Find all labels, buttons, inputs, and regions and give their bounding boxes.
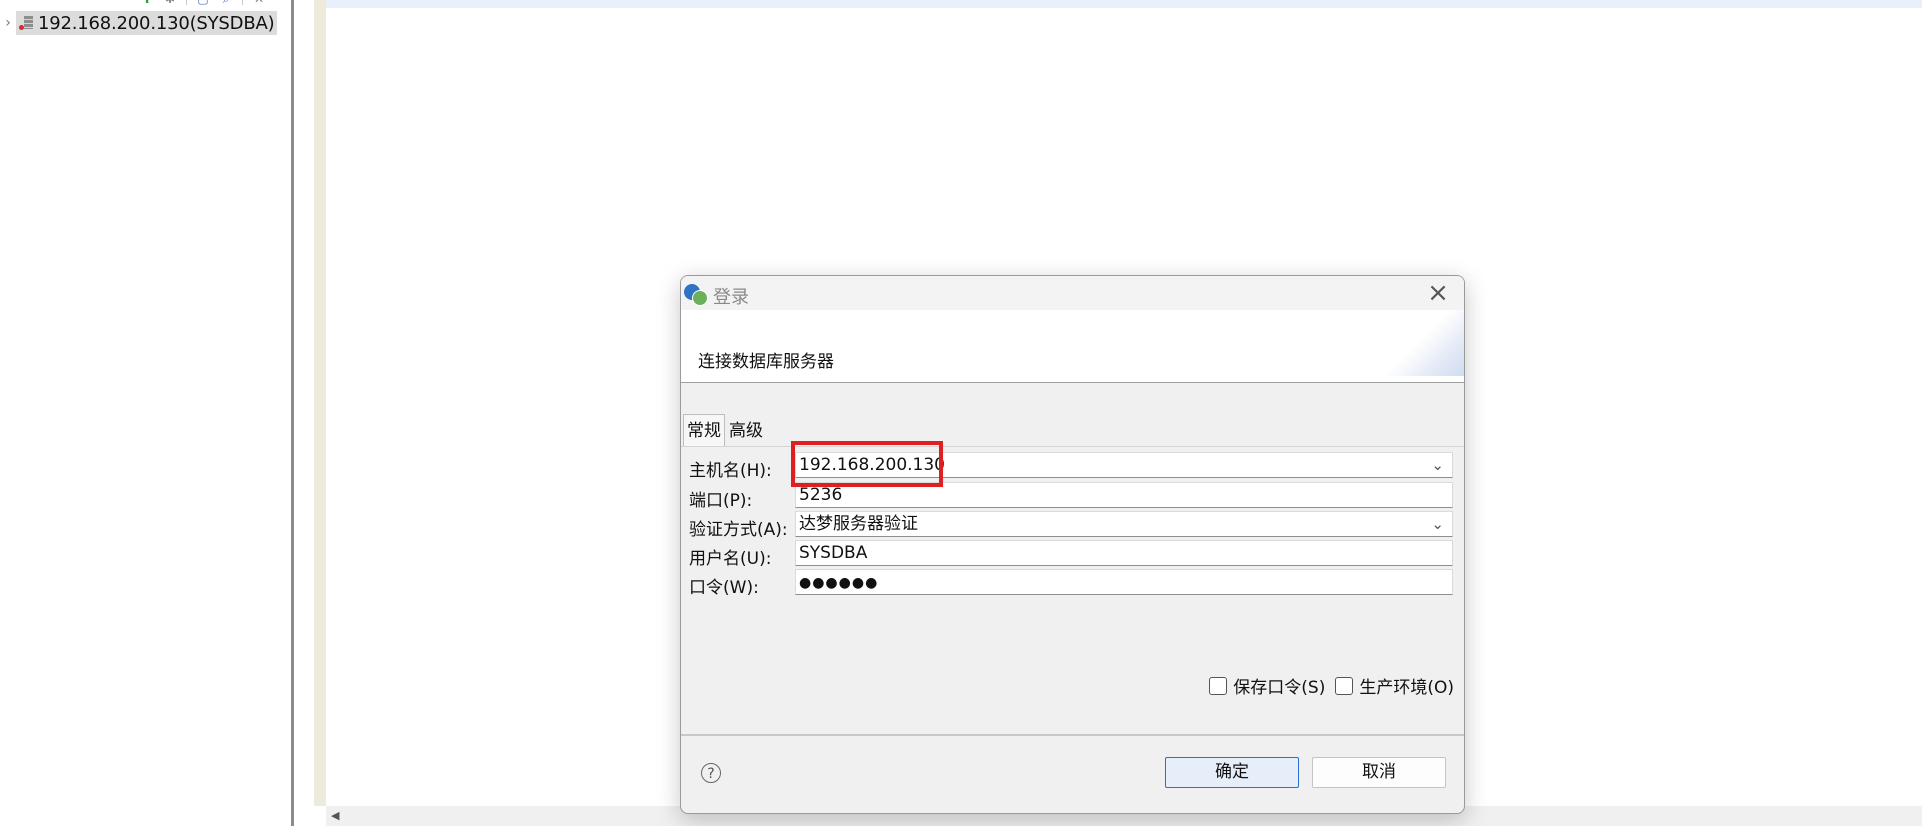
password-input[interactable]: ●●●●●●: [795, 569, 1453, 595]
tree-row-connection[interactable]: › 192.168.200.130(SYSDBA): [0, 11, 278, 35]
production-env-checkbox[interactable]: [1335, 676, 1354, 695]
username-input[interactable]: SYSDBA: [795, 540, 1453, 566]
disconnect-icon[interactable]: ✱: [163, 0, 177, 6]
toolbar-divider: [186, 0, 187, 5]
chevron-down-icon[interactable]: ⌄: [1431, 453, 1444, 477]
connect-icon[interactable]: ✚: [140, 0, 154, 6]
editor-ruler: [314, 0, 326, 806]
host-combobox[interactable]: 192.168.200.130 ⌄: [795, 452, 1453, 478]
collapse-icon[interactable]: ✕: [252, 0, 266, 6]
dialog-banner: 连接数据库服务器: [681, 310, 1464, 383]
navigator-toolbar: ✚ ✱ ▢ ⌕ ✕: [140, 0, 266, 6]
save-password-checkbox[interactable]: [1209, 676, 1228, 695]
options-row: 保存口令(S) 生产环境(O): [1209, 673, 1458, 698]
tree-node-connection[interactable]: 192.168.200.130(SYSDBA): [16, 11, 278, 35]
search-icon[interactable]: ⌕: [219, 0, 233, 6]
tab-advanced[interactable]: 高级: [725, 414, 767, 447]
host-label: 主机名(H):: [689, 461, 772, 481]
navigator-panel: ✚ ✱ ▢ ⌕ ✕ › 192.168.200.130(SYSDBA): [0, 0, 291, 826]
new-query-icon[interactable]: ▢: [196, 0, 210, 6]
editor-gutter: [294, 0, 314, 826]
port-label: 端口(P):: [689, 491, 753, 511]
auth-select[interactable]: 达梦服务器验证 ⌄: [795, 511, 1453, 537]
tab-strip: 常规 高级: [683, 414, 767, 447]
close-icon[interactable]: ×: [1424, 278, 1452, 308]
scroll-left-arrow-icon[interactable]: ◀: [331, 809, 339, 822]
banner-text: 连接数据库服务器: [698, 352, 834, 372]
footer-divider: [681, 734, 1464, 736]
host-value: 192.168.200.130: [799, 455, 946, 475]
production-env-label[interactable]: 生产环境(O): [1359, 673, 1454, 698]
cancel-button[interactable]: 取消: [1312, 757, 1446, 788]
toolbar-divider: [242, 0, 243, 5]
dialog-title: 登录: [713, 287, 749, 308]
auth-label: 验证方式(A):: [689, 520, 788, 540]
password-value: ●●●●●●: [799, 575, 879, 591]
connection-label: 192.168.200.130(SYSDBA): [38, 12, 275, 34]
expand-chevron-icon[interactable]: ›: [0, 15, 16, 31]
username-value: SYSDBA: [799, 543, 868, 563]
banner-decoration: [1384, 310, 1464, 376]
app-logo-icon: [684, 282, 708, 306]
ok-button[interactable]: 确定: [1165, 757, 1299, 788]
user-label: 用户名(U):: [689, 549, 772, 569]
chevron-down-icon[interactable]: ⌄: [1431, 512, 1444, 536]
help-icon[interactable]: ?: [701, 763, 721, 783]
save-password-label[interactable]: 保存口令(S): [1233, 673, 1325, 698]
database-icon: [18, 14, 36, 32]
auth-value: 达梦服务器验证: [799, 514, 918, 534]
dialog-titlebar[interactable]: 登录 ×: [681, 276, 1464, 310]
editor-current-line[interactable]: [326, 0, 1922, 8]
login-dialog: 登录 × 连接数据库服务器 常规 高级 主机名(H): 192.168.200.…: [680, 275, 1465, 814]
port-input[interactable]: 5236: [795, 482, 1453, 508]
tab-general[interactable]: 常规: [683, 414, 725, 447]
port-value: 5236: [799, 485, 843, 505]
password-label: 口令(W):: [689, 578, 759, 598]
